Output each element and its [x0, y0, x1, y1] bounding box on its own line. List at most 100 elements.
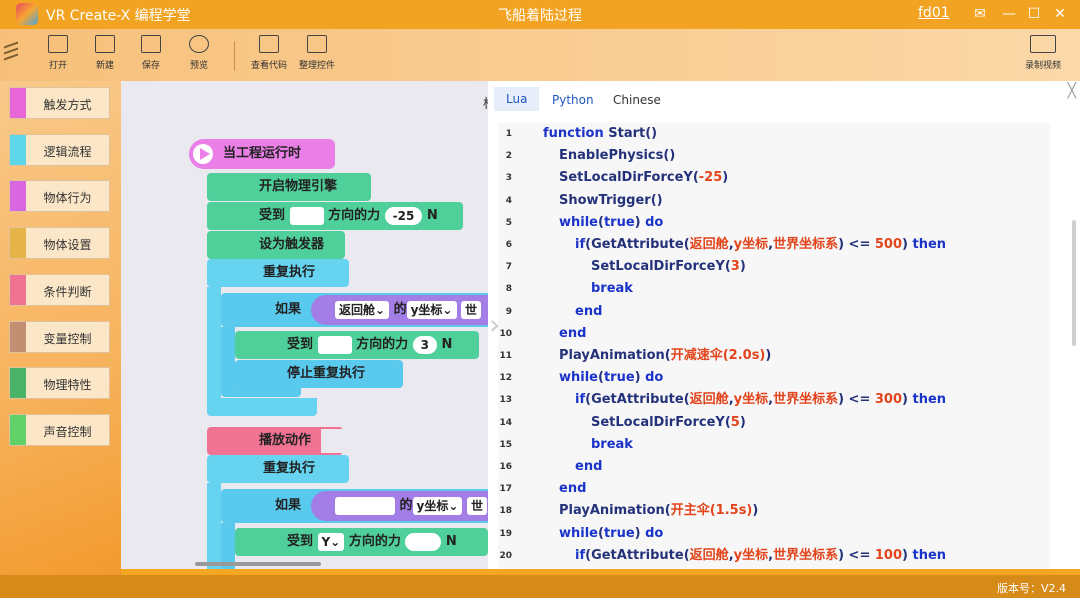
save-icon	[141, 35, 161, 53]
line-number: 19	[499, 528, 512, 539]
close-window-icon[interactable]: ✕	[1049, 3, 1071, 25]
category-color-bar	[10, 275, 26, 305]
code-token: ) <=	[838, 547, 875, 563]
code-token: SetLocalDirForceY(	[559, 170, 699, 186]
condition-predicate[interactable]: 的 y坐标⌄ 世	[311, 491, 488, 521]
preview-button[interactable]: 预览	[179, 35, 219, 71]
code-token: if	[575, 547, 586, 563]
block-text: 方向的力	[328, 208, 381, 223]
category-sound[interactable]: 声音控制	[9, 414, 110, 446]
category-physics[interactable]: 物理特性	[9, 367, 110, 399]
code-token: 开主伞(1.5s)	[670, 503, 753, 519]
workspace-horizontal-scrollbar[interactable]	[195, 562, 321, 566]
code-text: end	[575, 301, 602, 323]
direction-slot[interactable]	[289, 206, 324, 225]
preview-label: 预览	[189, 61, 208, 71]
minimize-icon[interactable]: —	[998, 3, 1020, 25]
category-color-bar	[10, 135, 26, 165]
close-panel-icon[interactable]: ╳	[1068, 83, 1076, 99]
user-account-link[interactable]: fd01	[918, 5, 950, 21]
menu-icon[interactable]	[4, 40, 18, 66]
block-text: 播放动作	[259, 433, 312, 448]
open-button[interactable]: 打开	[38, 35, 78, 71]
category-sidebar: 触发方式 逻辑流程 物体行为 物体设置 条件判断 变量控制 物理特性 声音控制	[0, 81, 121, 575]
code-token: 300	[874, 392, 903, 408]
object-dropdown[interactable]	[335, 496, 395, 515]
block-workspace[interactable]: 标 当工程运行时 开启物理引擎 受到 方向的力 -25 N 设为触发器 重复执行…	[121, 81, 488, 569]
code-token: y坐标	[733, 237, 769, 252]
code-token: (GetAttribute(	[585, 547, 690, 563]
axis-dropdown[interactable]: Y⌄	[317, 532, 345, 551]
attribute-dropdown[interactable]: y坐标⌄	[406, 300, 457, 319]
view-code-button[interactable]: 查看代码	[249, 35, 289, 71]
category-color-bar	[10, 322, 26, 352]
force-value-input[interactable]: -25	[384, 206, 423, 225]
category-trigger[interactable]: 触发方式	[9, 87, 110, 119]
repeat-block[interactable]: 重复执行	[207, 259, 349, 287]
category-label: 逻辑流程	[43, 145, 92, 159]
code-text: while(true) do	[559, 212, 663, 234]
repeat-block[interactable]: 重复执行	[207, 455, 349, 483]
category-condition[interactable]: 条件判断	[9, 274, 110, 306]
code-token: end	[559, 325, 587, 341]
direction-slot[interactable]	[317, 335, 352, 354]
force-value-input[interactable]: 3	[412, 335, 437, 354]
code-token: while	[559, 370, 598, 386]
tab-python[interactable]: Python	[552, 93, 594, 107]
category-color-bar	[10, 181, 26, 211]
category-object-settings[interactable]: 物体设置	[9, 227, 110, 259]
status-bar: 版本号：V2.4	[0, 575, 1080, 598]
stop-repeat-block[interactable]: 停止重复执行	[235, 360, 403, 388]
code-text: if(GetAttribute(返回舱,y坐标,世界坐标系) <= 100) t…	[575, 545, 946, 567]
force-block[interactable]: 受到 方向的力 3 N	[235, 331, 479, 359]
space-dropdown[interactable]: 世	[461, 300, 482, 319]
code-token: do	[645, 370, 664, 386]
code-text: EnablePhysics()	[559, 145, 675, 167]
save-button[interactable]: 保存	[131, 35, 171, 71]
code-line: 6 if(GetAttribute(返回舱,y坐标,世界坐标系) <= 500) …	[498, 234, 1050, 256]
code-token: 500	[874, 237, 903, 252]
attribute-dropdown[interactable]: y坐标⌄	[412, 496, 463, 515]
line-number: 12	[499, 373, 512, 384]
code-token: while	[559, 214, 598, 230]
code-line: 13 if(GetAttribute(返回舱,y坐标,世界坐标系) <= 300)…	[498, 389, 1050, 411]
tab-chinese[interactable]: Chinese	[613, 93, 661, 107]
collapse-panel-chevron-icon[interactable]: ›	[489, 305, 500, 345]
block-text: 受到	[287, 534, 314, 549]
code-token: break	[591, 281, 633, 297]
category-color-bar	[10, 228, 26, 258]
record-video-button[interactable]: 录制视频	[1023, 35, 1063, 71]
block-text: N	[441, 337, 453, 352]
new-button[interactable]: 新建	[85, 35, 125, 71]
organize-button[interactable]: 整理控件	[297, 35, 337, 71]
code-vertical-scrollbar[interactable]	[1072, 220, 1076, 346]
code-view[interactable]: 1 function Start() 2 EnablePhysics() 3 SetLoc…	[498, 123, 1050, 569]
condition-predicate[interactable]: 返回舱⌄ 的 y坐标⌄ 世	[311, 295, 488, 325]
app-logo-icon	[16, 3, 38, 25]
tab-lua[interactable]: Lua	[494, 87, 540, 111]
code-text: while(true) do	[559, 367, 663, 389]
force-block[interactable]: 受到 Y⌄ 方向的力 N	[235, 528, 488, 556]
force-value-input[interactable]	[405, 532, 442, 551]
object-dropdown[interactable]: 返回舱⌄	[335, 300, 390, 319]
category-object-behavior[interactable]: 物体行为	[9, 180, 110, 212]
if-block-arm	[221, 327, 235, 389]
code-token: 世界坐标系	[773, 547, 839, 563]
category-variable[interactable]: 变量控制	[9, 321, 110, 353]
mail-icon[interactable]: ✉	[969, 3, 991, 25]
enable-physics-block[interactable]: 开启物理引擎	[207, 173, 371, 201]
line-number: 8	[505, 284, 512, 295]
category-label: 声音控制	[43, 425, 92, 439]
maximize-icon[interactable]: ☐	[1023, 3, 1045, 25]
force-block[interactable]: 受到 方向的力 -25 N	[207, 202, 463, 230]
set-trigger-block[interactable]: 设为触发器	[207, 231, 345, 259]
category-logic[interactable]: 逻辑流程	[9, 134, 110, 166]
block-text: N	[426, 208, 438, 223]
code-line: 4 ShowTrigger()	[498, 190, 1050, 212]
code-token: )	[902, 237, 913, 252]
code-token: 5	[730, 414, 740, 430]
code-text: if(GetAttribute(返回舱,y坐标,世界坐标系) <= 300) t…	[575, 389, 946, 411]
space-dropdown[interactable]: 世	[466, 496, 487, 515]
category-label: 变量控制	[43, 332, 92, 346]
code-token: true	[603, 214, 635, 230]
